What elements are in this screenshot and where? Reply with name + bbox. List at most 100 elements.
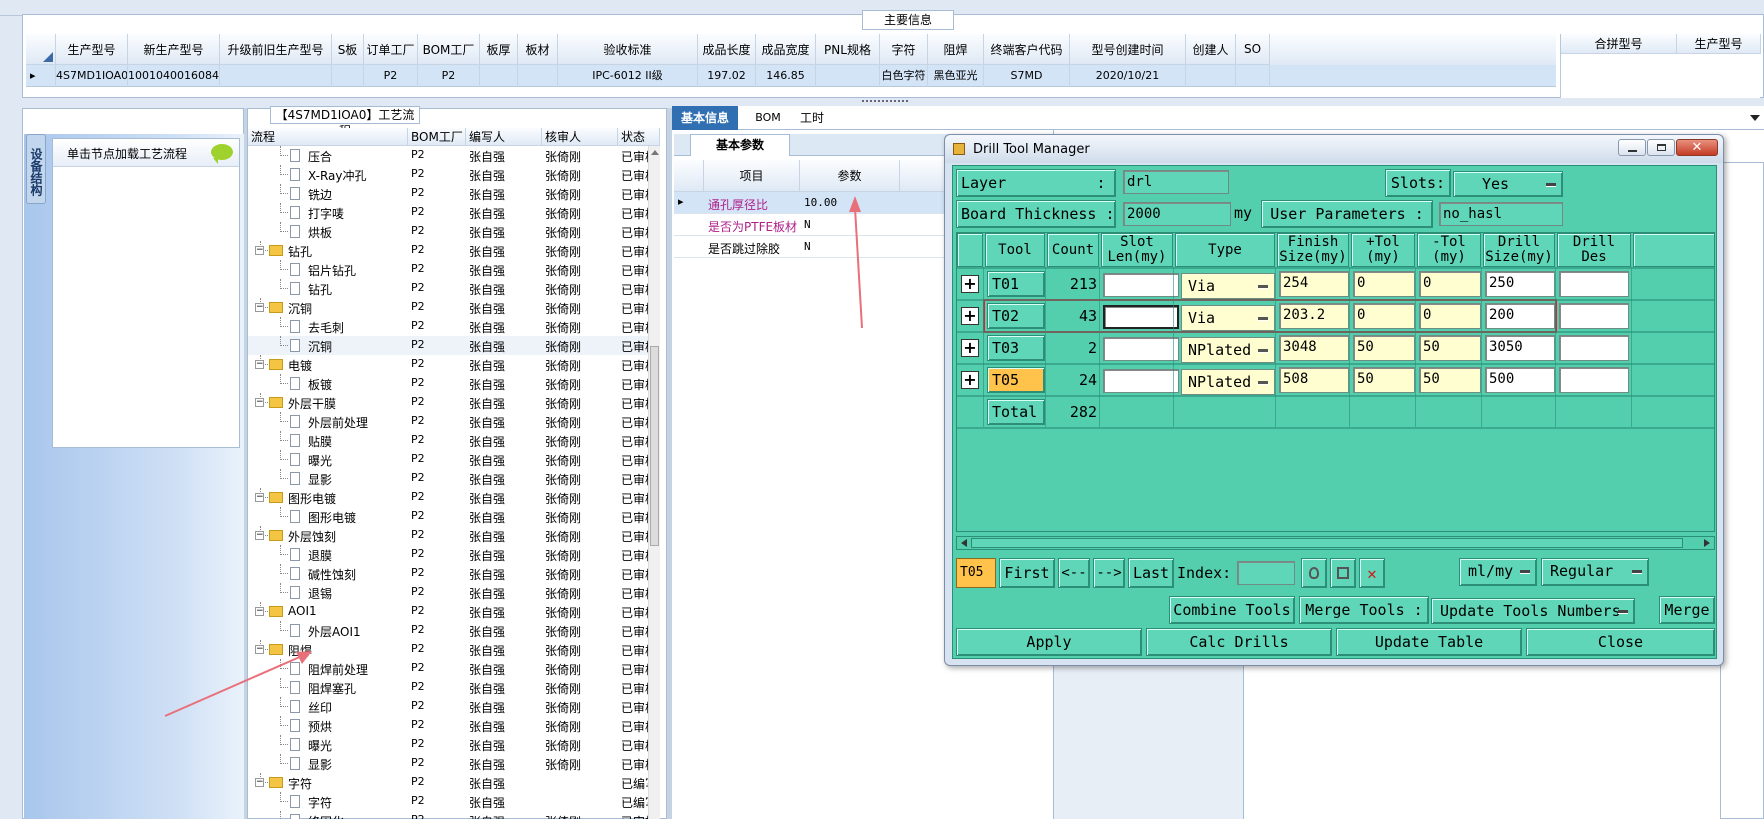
hscroll-right-arrow[interactable] [1704,539,1710,547]
tool-finish-field[interactable]: 203.2 [1279,303,1349,329]
drill-des-field[interactable] [1559,303,1629,329]
grid-vline [1173,267,1174,427]
grid-header-blank [957,233,983,267]
current-tool: T05 [956,558,996,588]
tool-ptol-field[interactable]: 50 [1353,335,1415,361]
tool-col-3[interactable]: Type [1175,233,1275,267]
unit-select[interactable]: ml/my [1459,558,1537,586]
tool-mtol-field[interactable]: 0 [1419,303,1481,329]
type-select[interactable]: NPlated [1181,369,1275,395]
tool-drill-field[interactable]: 250 [1485,271,1555,297]
bulb-icon[interactable] [1301,558,1327,588]
tool-col-0[interactable]: Tool [985,233,1045,267]
edit-icon[interactable] [1330,558,1356,588]
tool-ptol-field[interactable]: 0 [1353,303,1415,329]
row-expand-icon[interactable]: + [961,307,979,325]
type-select[interactable]: NPlated [1181,337,1275,363]
index-label: Index: [1177,564,1232,582]
nav-prev-button[interactable]: <-- [1058,558,1090,588]
restore-icon[interactable] [1647,139,1675,156]
tool-finish-field[interactable]: 254 [1279,271,1349,297]
mode-select[interactable]: Regular [1541,558,1649,586]
tool-id[interactable]: T01 [987,271,1045,297]
tool-col-6[interactable]: -Tol (my) [1417,233,1481,267]
slot-len-field[interactable] [1103,305,1179,329]
minimize-icon[interactable] [1618,139,1646,156]
total-value: 282 [1069,403,1097,421]
slot-len-field[interactable] [1103,369,1179,393]
slot-len-field[interactable] [1103,273,1179,297]
nav-first-button[interactable]: First [999,558,1055,588]
tool-row[interactable]: + T02 43 Via 203.2 0 0 200 [957,301,1714,331]
drill-titlebar[interactable]: Drill Tool Manager ✕ [945,135,1723,163]
grid-vline [983,267,984,427]
tool-ptol-field[interactable]: 50 [1353,367,1415,393]
merge-button[interactable]: Merge [1659,596,1715,624]
apply-button[interactable]: Apply [956,628,1142,656]
tool-col-4[interactable]: Finish Size(my) [1277,233,1349,267]
nav-last-button[interactable]: Last [1128,558,1174,588]
thickness-unit: my [1234,204,1253,222]
tool-mtol-field[interactable]: 50 [1419,335,1481,361]
tool-col-2[interactable]: Slot Len(my) [1101,233,1173,267]
grid-line [957,427,1714,429]
tool-drill-field[interactable]: 200 [1485,303,1555,329]
tool-ptol-field[interactable]: 0 [1353,271,1415,297]
merge-select[interactable]: Update Tools Numbers [1431,598,1635,624]
row-expand-icon[interactable]: + [961,371,979,389]
tool-count: 2 [1087,339,1097,357]
slot-len-field[interactable] [1103,337,1179,361]
type-select[interactable]: Via [1181,305,1275,331]
close-icon[interactable]: ✕ [1676,139,1718,156]
grid-line [957,267,1714,269]
hscroll-thumb[interactable] [971,538,1683,548]
slots-label: Slots: [1385,169,1451,197]
grid-vline [1275,267,1276,427]
app-icon [953,143,965,155]
update-table-button[interactable]: Update Table [1336,628,1522,656]
merge-tools-label: Merge Tools : [1299,596,1429,624]
tool-col-5[interactable]: +Tol (my) [1351,233,1415,267]
calc-drills-button[interactable]: Calc Drills [1146,628,1332,656]
grid-vline [1555,267,1556,427]
drill-des-field[interactable] [1559,271,1629,297]
tool-row[interactable]: + T03 2 NPlated 3048 50 50 3050 [957,333,1714,363]
tool-count: 24 [1078,371,1097,389]
tool-id[interactable]: T05 [987,367,1045,393]
tool-id[interactable]: T03 [987,335,1045,361]
nav-next-button[interactable]: --> [1093,558,1125,588]
drill-des-field[interactable] [1559,335,1629,361]
tool-finish-field[interactable]: 508 [1279,367,1349,393]
tool-col-7[interactable]: Drill Size(my) [1483,233,1555,267]
index-field[interactable] [1237,561,1295,585]
layer-label: Layer : [956,169,1116,197]
tool-col-8[interactable]: Drill Des [1557,233,1631,267]
type-select[interactable]: Via [1181,273,1275,299]
drill-des-field[interactable] [1559,367,1629,393]
layer-field[interactable]: drl [1123,170,1229,194]
combine-tools-button[interactable]: Combine Tools [1169,596,1295,624]
tool-col-1[interactable]: Count [1047,233,1099,267]
user-params-field[interactable]: no_hasl [1439,202,1563,226]
tool-id[interactable]: T02 [987,303,1045,329]
tool-count: 43 [1078,307,1097,325]
tool-drill-field[interactable]: 500 [1485,367,1555,393]
hscroll-left-arrow[interactable] [961,539,967,547]
tool-row[interactable]: + T01 213 Via 254 0 0 250 [957,269,1714,299]
close-button[interactable]: Close [1526,628,1715,656]
delete-icon[interactable]: ✕ [1359,558,1385,588]
tool-mtol-field[interactable]: 50 [1419,367,1481,393]
slots-select[interactable]: Yes [1453,171,1563,197]
drill-window: Drill Tool Manager ✕ Layer : drl Slots: … [944,134,1724,666]
row-expand-icon[interactable]: + [961,339,979,357]
tool-drill-field[interactable]: 3050 [1485,335,1555,361]
grid-hscroll[interactable] [956,536,1715,550]
grid-vline [1099,267,1100,427]
tool-mtol-field[interactable]: 0 [1419,271,1481,297]
row-expand-icon[interactable]: + [961,275,979,293]
tool-finish-field[interactable]: 3048 [1279,335,1349,361]
tool-row[interactable]: + T05 24 NPlated 508 50 50 500 [957,365,1714,395]
grid-line [957,331,1714,333]
thickness-field[interactable]: 2000 [1123,202,1231,226]
annotation-arrow-up [854,207,863,329]
